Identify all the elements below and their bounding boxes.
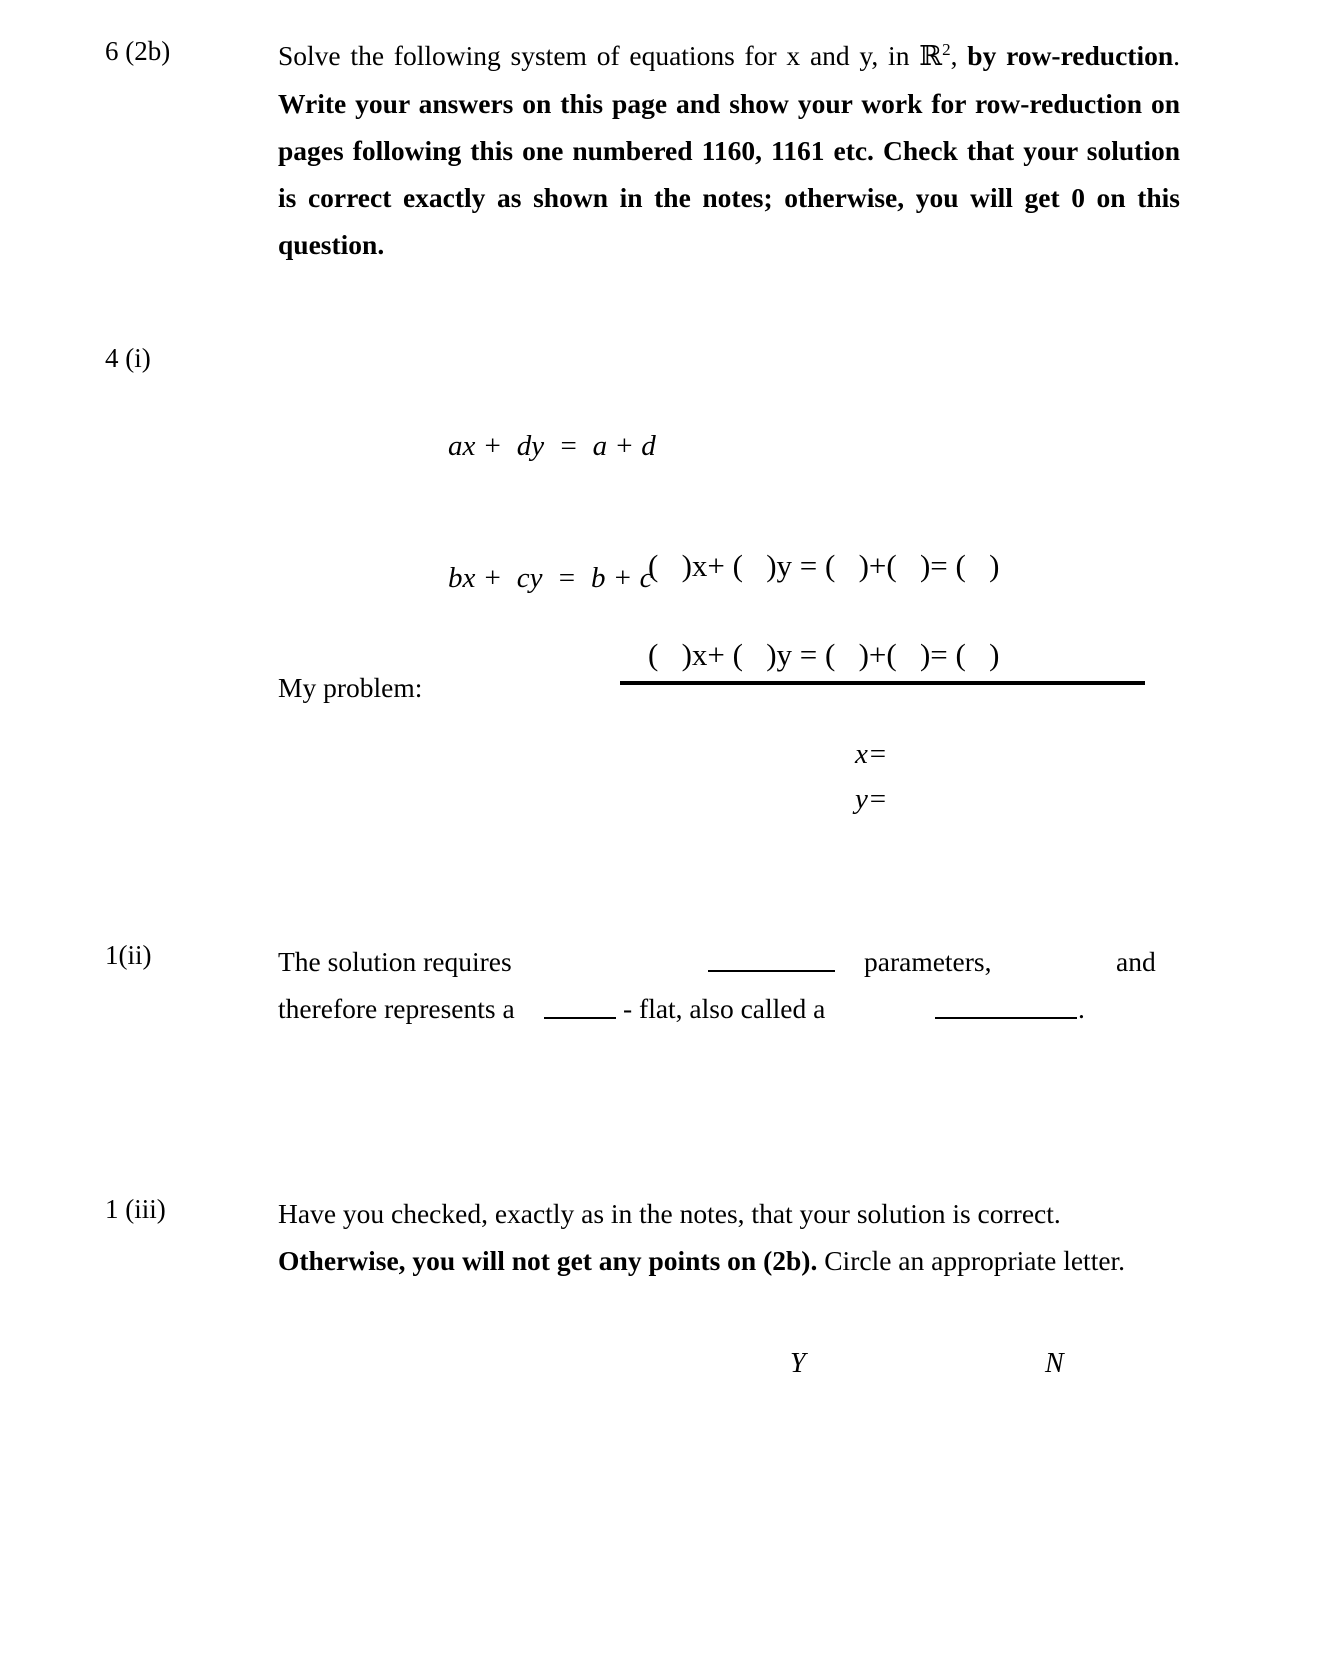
period-label: . <box>1078 993 1085 1024</box>
question-marker-1-iii: 1 (iii) <box>105 1194 166 1224</box>
real-numbers-symbol: ℝ <box>919 40 943 72</box>
flat-label: - flat, also called a <box>623 993 826 1024</box>
question-6-2b-text: Solve the following system of equations … <box>278 32 1180 268</box>
exam-page: 6 (2b) Solve the following system of equ… <box>0 0 1340 1678</box>
answer-y-label[interactable]: y= <box>855 783 887 816</box>
parameters-count-blank[interactable] <box>708 942 835 972</box>
answer-divider-rule <box>620 681 1145 685</box>
real-numbers-exponent: 2 <box>942 39 951 59</box>
flat-dimension-blank[interactable] <box>544 989 616 1019</box>
choice-no[interactable]: N <box>1045 1348 1064 1380</box>
prompt-bold-rest: Write your answers on this page and show… <box>278 88 1180 260</box>
question-1-iii-text: Have you checked, exactly as in the note… <box>278 1190 1180 1284</box>
question-marker-4-i: 4 (i) <box>105 343 151 373</box>
and-label: and <box>1116 946 1156 977</box>
blank-template-line-2-text[interactable]: ( )x+ ( )y = ( )+( )= ( ) <box>648 637 999 672</box>
my-problem-label: My problem: <box>278 672 423 703</box>
prompt-bold-row-reduction: by row-reduction <box>967 40 1174 71</box>
prompt-bold-period: . <box>1173 40 1181 71</box>
solution-requires-label: The solution requires <box>278 946 512 977</box>
therefore-represents-label: therefore represents a <box>278 993 515 1024</box>
blank-template-line-1-text[interactable]: ( )x+ ( )y = ( )+( )= ( ) <box>648 548 999 583</box>
answer-x-label[interactable]: x= <box>855 738 887 771</box>
prompt-regular-lead: Solve the following system of equations … <box>278 40 920 71</box>
checked-question-regular-1: Have you checked, exactly as in the note… <box>278 1198 1061 1229</box>
checked-question-regular-2: Circle an appropriate letter. <box>817 1245 1126 1276</box>
choice-yes[interactable]: Y <box>790 1348 806 1380</box>
blank-template-line-2: ( )x+ ( )y = ( )+( )= ( ) <box>617 601 999 709</box>
equation-row-1: ax + dy = a + d <box>448 430 656 462</box>
question-marker-1-ii: 1(ii) <box>105 940 152 970</box>
flat-name-blank[interactable] <box>935 989 1077 1019</box>
question-marker-6-2b: 6 (2b) <box>105 36 171 66</box>
prompt-regular-tail: , <box>950 40 958 71</box>
checked-question-bold: Otherwise, you will not get any points o… <box>278 1245 818 1276</box>
parameters-label: parameters, <box>864 946 992 977</box>
question-1-ii-text: The solution requires parameters, and th… <box>278 938 1180 1032</box>
